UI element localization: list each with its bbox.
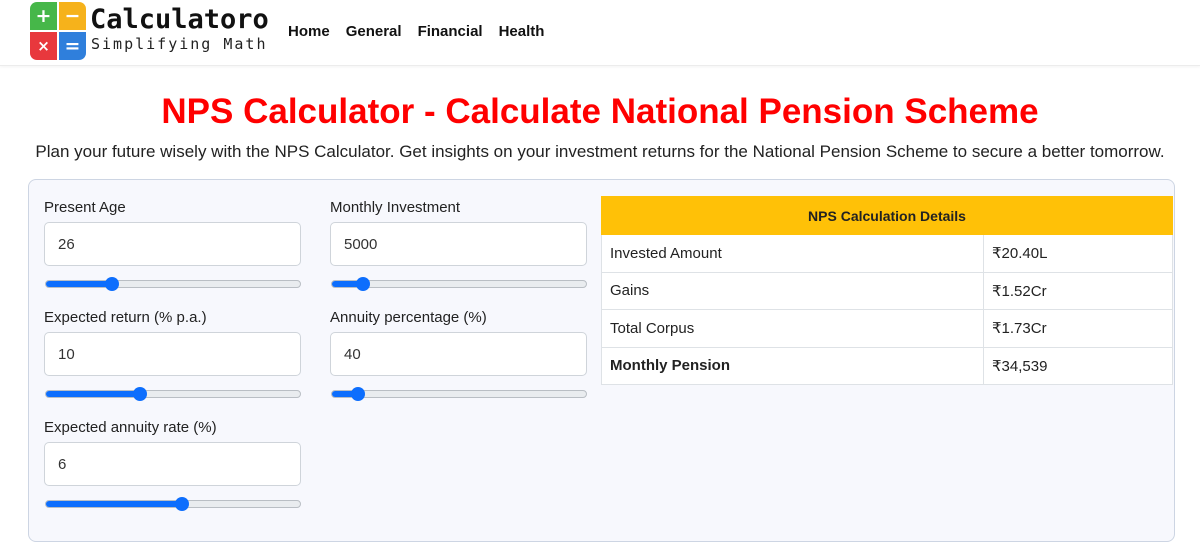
- expected-annuity-rate-input[interactable]: [44, 442, 301, 486]
- table-row: Gains ₹1.52Cr: [601, 271, 1173, 310]
- monthly-investment-field: Monthly Investment: [330, 199, 587, 266]
- expected-return-input[interactable]: [44, 332, 301, 376]
- table-row: Monthly Pension ₹34,539: [601, 346, 1173, 385]
- expected-return-label: Expected return (% p.a.): [44, 309, 207, 326]
- expected-return-field: Expected return (% p.a.): [44, 309, 301, 376]
- expected-annuity-rate-slider[interactable]: [45, 494, 301, 514]
- nav-link-general[interactable]: General: [346, 23, 402, 40]
- present-age-input[interactable]: [44, 222, 301, 266]
- slider-track: [45, 390, 301, 398]
- results-table: NPS Calculation Details Invested Amount …: [601, 196, 1173, 385]
- present-age-field: Present Age: [44, 199, 301, 266]
- total-corpus-value: ₹1.73Cr: [983, 309, 1173, 348]
- gains-label: Gains: [601, 271, 984, 310]
- site-header: + − × = Calculatoro Simplifying Math Hom…: [0, 0, 1200, 66]
- slider-thumb[interactable]: [133, 387, 148, 401]
- plus-icon: +: [30, 2, 57, 30]
- annuity-percentage-input[interactable]: [330, 332, 587, 376]
- slider-track: [45, 500, 301, 508]
- brand-name[interactable]: Calculatoro: [90, 4, 269, 35]
- monthly-pension-label: Monthly Pension: [601, 346, 984, 385]
- main-nav: Home General Financial Health: [288, 23, 544, 40]
- equals-icon: =: [59, 32, 86, 60]
- present-age-label: Present Age: [44, 199, 126, 216]
- annuity-percentage-field: Annuity percentage (%): [330, 309, 587, 376]
- monthly-pension-value: ₹34,539: [983, 346, 1173, 385]
- invested-amount-label: Invested Amount: [601, 234, 984, 273]
- annuity-percentage-label: Annuity percentage (%): [330, 309, 487, 326]
- brand-tagline: Simplifying Math: [91, 35, 268, 53]
- slider-thumb[interactable]: [356, 277, 371, 291]
- nav-link-health[interactable]: Health: [499, 23, 545, 40]
- multiply-icon: ×: [30, 32, 57, 60]
- total-corpus-label: Total Corpus: [601, 309, 984, 348]
- expected-annuity-rate-field: Expected annuity rate (%): [44, 419, 301, 486]
- annuity-percentage-slider[interactable]: [331, 384, 587, 404]
- monthly-investment-label: Monthly Investment: [330, 199, 461, 216]
- calculator-logo-icon[interactable]: + − × =: [30, 2, 86, 60]
- table-row: Invested Amount ₹20.40L: [601, 234, 1173, 273]
- slider-thumb[interactable]: [351, 387, 366, 401]
- invested-amount-value: ₹20.40L: [983, 234, 1173, 273]
- table-row: Total Corpus ₹1.73Cr: [601, 309, 1173, 348]
- slider-track: [331, 390, 587, 398]
- slider-thumb[interactable]: [175, 497, 190, 511]
- minus-icon: −: [59, 2, 86, 30]
- slider-thumb[interactable]: [105, 277, 120, 291]
- results-table-heading: NPS Calculation Details: [601, 196, 1173, 235]
- nav-link-home[interactable]: Home: [288, 23, 330, 40]
- gains-value: ₹1.52Cr: [983, 271, 1173, 310]
- nav-link-financial[interactable]: Financial: [418, 23, 483, 40]
- page-title: NPS Calculator - Calculate National Pens…: [161, 92, 1039, 131]
- expected-annuity-rate-label: Expected annuity rate (%): [44, 419, 217, 436]
- monthly-investment-input[interactable]: [330, 222, 587, 266]
- page-subtitle: Plan your future wisely with the NPS Cal…: [35, 142, 1165, 161]
- slider-track: [45, 280, 301, 288]
- present-age-slider[interactable]: [45, 274, 301, 294]
- expected-return-slider[interactable]: [45, 384, 301, 404]
- monthly-investment-slider[interactable]: [331, 274, 587, 294]
